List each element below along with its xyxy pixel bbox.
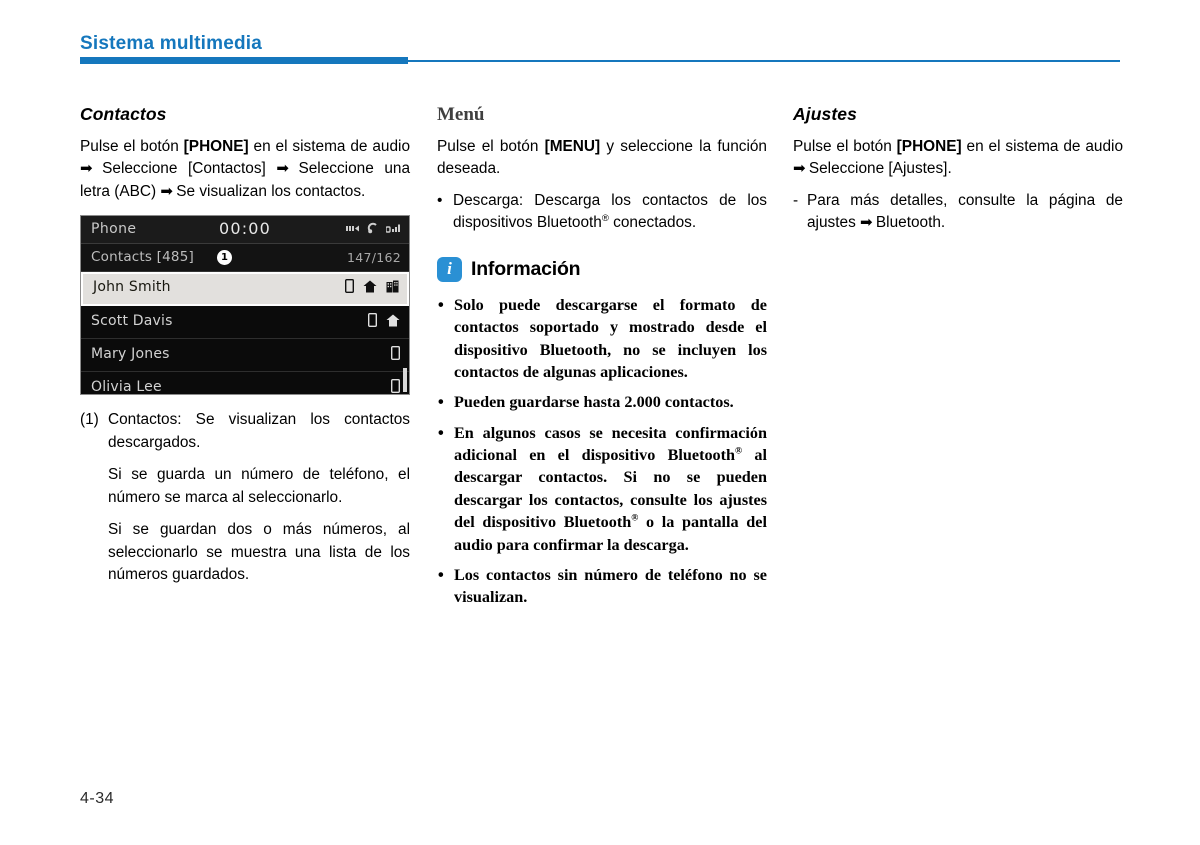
header-rule-thick (80, 57, 408, 64)
contact-name: Mary Jones (91, 346, 170, 363)
home-icon (363, 280, 377, 293)
screen-contacts-bar: Contacts [485] 1 147/162 (81, 244, 409, 273)
info-icon-letter: i (447, 259, 452, 279)
mobile-phone-icon (390, 379, 400, 394)
phone-button-label: [PHONE] (896, 138, 962, 155)
column-middle: Menú Pulse el botón [MENU] y seleccione … (437, 104, 767, 617)
intro-text-1: Pulse el botón (793, 138, 897, 155)
informacion-heading: i Información (437, 256, 767, 282)
section-heading-menu: Menú (437, 104, 485, 125)
info-bullet: • Los contactos sin número de teléfono no… (437, 564, 767, 609)
page-number: 4-34 (80, 790, 115, 807)
contact-row[interactable]: Mary Jones (81, 339, 409, 373)
info-bullet-text: Los contactos sin número de teléfono no … (454, 565, 767, 607)
signal-bars-icon (346, 223, 360, 233)
contact-name: Olivia Lee (91, 379, 162, 396)
contact-row[interactable]: Olivia Lee (81, 372, 409, 396)
arrow-icon: ➡ (160, 182, 173, 200)
bullet-marker: • (438, 565, 444, 584)
column-left: Contactos Pulse el botón [PHONE] en el s… (80, 104, 410, 597)
informacion-title: Información (471, 257, 581, 280)
contact-number-type-icons (390, 379, 400, 394)
phone-button-label: [PHONE] (183, 138, 249, 155)
dash-text-pre: Para más detalles, consulte la página de… (807, 191, 1123, 232)
contact-row[interactable]: Scott Davis (81, 306, 409, 340)
contact-number-type-icons (390, 346, 400, 361)
arrow-icon: ➡ (793, 160, 806, 178)
bullet-text-post: conectados. (608, 214, 697, 232)
section-heading-ajustes: Ajustes (793, 104, 857, 124)
note-number: (1) (80, 411, 99, 429)
screen-status-title: Phone (91, 221, 137, 238)
info-bullet: • En algunos casos se necesita confirmaci… (437, 422, 767, 556)
intro-text-1: Pulse el botón (437, 138, 545, 155)
screen-clock: 00:00 (218, 219, 272, 239)
intro-text-2: en el sistema de audio (248, 138, 411, 155)
menu-bullet-descarga: • Descarga: Descarga los contactos de los… (437, 190, 767, 235)
intro-text-1: Pulse el botón (80, 138, 184, 155)
header-rule-thin (408, 60, 1120, 62)
ajustes-dash-item: - Para más detalles, consulte la página d… (793, 190, 1123, 235)
info-bullet-text: Pueden guardarse hasta 2.000 contactos. (454, 393, 734, 412)
dash-text-post: Bluetooth. (871, 214, 946, 232)
contact-number-type-icons (344, 279, 399, 294)
page-title: Sistema multimedia (80, 33, 263, 54)
info-bullet: • Solo puede descargarse el formato de co… (437, 294, 767, 383)
intro-text-3: Seleccione [Contactos] (91, 160, 277, 178)
figure-note-1: (1) Contactos: Se visualizan los contact… (80, 409, 410, 454)
content-columns: Contactos Pulse el botón [PHONE] en el s… (0, 104, 1200, 764)
bullet-marker: • (438, 295, 444, 314)
mobile-phone-icon (367, 313, 377, 328)
mobile-phone-icon (344, 279, 354, 294)
registered-mark: ® (601, 213, 609, 225)
contactos-intro-paragraph: Pulse el botón [PHONE] en el sistema de … (80, 136, 410, 203)
column-right: Ajustes Pulse el botón [PHONE] en el sis… (793, 104, 1123, 242)
office-icon (386, 280, 399, 293)
contacts-page-indicator: 147/162 (346, 250, 401, 266)
contacts-count-label: Contacts [485] (91, 249, 194, 266)
home-icon (386, 314, 400, 327)
ajustes-intro-paragraph: Pulse el botón [PHONE] en el sistema de … (793, 136, 1123, 181)
contact-name: Scott Davis (91, 313, 173, 330)
figure-note-continuation-1: Si se guarda un número de teléfono, el n… (108, 466, 410, 506)
arrow-icon: ➡ (276, 160, 289, 178)
bullet-marker: • (438, 423, 444, 442)
screen-scrollbar-thumb[interactable] (403, 368, 407, 393)
info-bullet-text-pre: En algunos casos se necesita confirmació… (454, 423, 767, 465)
menu-button-label: [MENU] (544, 138, 601, 155)
intro-text-5: Se visualizan los contactos. (171, 182, 366, 200)
bullet-marker: • (437, 191, 443, 209)
dash-marker: - (793, 191, 799, 209)
figure-note-continuation-2: Si se guardan dos o más números, al sele… (108, 521, 410, 584)
intro-text-3: Seleccione [Ajustes]. (804, 160, 952, 178)
screen-status-icons (346, 222, 401, 234)
arrow-icon: ➡ (80, 160, 93, 178)
page-header: Sistema multimedia (0, 0, 1200, 70)
contact-name: John Smith (93, 279, 171, 296)
intro-text-2: en el sistema de audio (961, 138, 1124, 155)
section-heading-contactos: Contactos (80, 104, 167, 124)
info-bullet-text: Solo puede descargarse el formato de con… (454, 295, 767, 382)
menu-intro-paragraph: Pulse el botón [MENU] y seleccione la fu… (437, 136, 767, 181)
bluetooth-headset-icon (367, 222, 379, 234)
screen-status-bar: Phone 00:00 (81, 216, 409, 245)
head-unit-screen-figure: Phone 00:00 Contacts [485] 1 147/162 Joh… (80, 215, 410, 396)
info-bullet: • Pueden guardarse hasta 2.000 contactos. (437, 391, 767, 413)
arrow-icon: ➡ (860, 214, 873, 232)
callout-badge-1: 1 (217, 250, 232, 266)
note-text: Contactos: Se visualizan los contactos d… (108, 411, 410, 451)
bullet-marker: • (438, 393, 444, 412)
cellular-signal-icon (385, 223, 401, 234)
mobile-phone-icon (390, 346, 400, 361)
contact-number-type-icons (367, 313, 400, 328)
contact-row[interactable]: John Smith (81, 272, 409, 307)
info-icon: i (437, 256, 462, 282)
